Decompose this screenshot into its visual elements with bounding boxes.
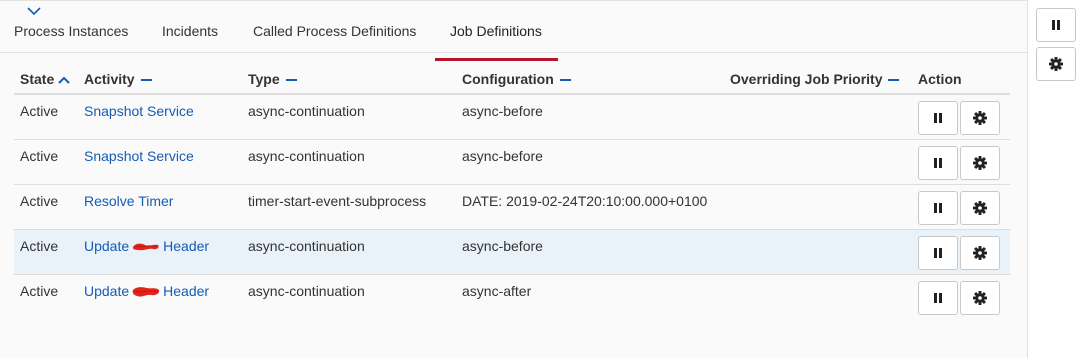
cell-priority xyxy=(724,228,912,274)
column-header-type[interactable]: Type xyxy=(242,65,456,95)
redaction-mark xyxy=(132,286,160,297)
table-row: Active Update Header async-continuation a… xyxy=(14,273,1010,319)
cell-type: async-continuation xyxy=(242,228,456,274)
column-header-label: Configuration xyxy=(462,71,554,87)
job-definitions-table: State Activity Type Configuration Overri… xyxy=(14,65,1010,319)
gear-icon xyxy=(1049,57,1063,71)
cell-state: Active xyxy=(14,138,78,184)
suspend-button[interactable] xyxy=(918,190,958,225)
pause-icon xyxy=(934,157,942,168)
gear-icon xyxy=(973,200,987,215)
cell-actions xyxy=(912,183,1010,229)
activity-link-suffix[interactable]: Header xyxy=(163,283,209,299)
activity-link[interactable]: Snapshot Service xyxy=(84,148,194,164)
table-row: Active Resolve Timer timer-start-event-s… xyxy=(14,183,1010,229)
suspend-button[interactable] xyxy=(918,145,958,180)
pause-icon xyxy=(934,247,942,258)
suspend-button[interactable] xyxy=(918,101,958,135)
cell-actions xyxy=(912,138,1010,184)
settings-button[interactable] xyxy=(960,280,1000,315)
column-header-priority[interactable]: Overriding Job Priority xyxy=(724,65,912,95)
settings-button[interactable] xyxy=(960,101,1000,135)
column-header-state[interactable]: State xyxy=(14,65,78,95)
table-header-row: State Activity Type Configuration Overri… xyxy=(14,65,1010,95)
activity-link-prefix[interactable]: Update xyxy=(84,238,129,254)
minus-icon[interactable] xyxy=(285,79,297,82)
settings-button[interactable] xyxy=(960,235,1000,270)
table-row: Active Snapshot Service async-continuati… xyxy=(14,138,1010,184)
caret-up-icon[interactable] xyxy=(58,76,70,85)
cell-configuration: async-before xyxy=(456,228,724,274)
minus-icon[interactable] xyxy=(559,79,571,82)
cell-actions xyxy=(912,93,1010,139)
column-header-label: Type xyxy=(248,71,280,87)
gear-icon xyxy=(973,245,987,260)
minus-icon[interactable] xyxy=(888,79,900,82)
activity-link[interactable]: Resolve Timer xyxy=(84,193,173,209)
gear-icon xyxy=(973,111,987,125)
cell-configuration: async-before xyxy=(456,138,724,184)
tab-incidents[interactable]: Incidents xyxy=(162,23,218,51)
tab-bar: Process Instances Incidents Called Proce… xyxy=(0,15,1028,61)
cell-configuration: DATE: 2019-02-24T20:10:00.000+0100 xyxy=(456,183,724,229)
gear-icon xyxy=(973,290,987,305)
activity-link[interactable]: Update Header xyxy=(78,228,242,274)
cell-configuration: async-before xyxy=(456,93,724,139)
suspend-button[interactable] xyxy=(918,280,958,315)
tab-called-process-definitions[interactable]: Called Process Definitions xyxy=(253,23,416,51)
cell-state: Active xyxy=(14,183,78,229)
cell-priority xyxy=(724,183,912,229)
column-header-label: State xyxy=(20,71,55,87)
pause-icon xyxy=(1052,20,1060,30)
cell-state: Active xyxy=(14,93,78,139)
settings-button[interactable] xyxy=(960,145,1000,180)
gear-icon xyxy=(973,155,987,170)
column-header-configuration[interactable]: Configuration xyxy=(456,65,724,95)
pause-icon xyxy=(934,202,942,213)
suspend-definition-button[interactable] xyxy=(1036,8,1076,42)
pause-icon xyxy=(934,292,942,303)
cell-state: Active xyxy=(14,273,78,319)
main-panel: Process Instances Incidents Called Proce… xyxy=(0,0,1028,358)
settings-button[interactable] xyxy=(960,190,1000,225)
column-header-label: Activity xyxy=(84,71,135,87)
tab-process-instances[interactable]: Process Instances xyxy=(14,23,128,51)
cell-type: async-continuation xyxy=(242,93,456,139)
cell-state: Active xyxy=(14,228,78,274)
activity-link[interactable]: Update Header xyxy=(78,273,242,319)
cell-priority xyxy=(724,273,912,319)
suspend-button[interactable] xyxy=(918,235,958,270)
column-header-action: Action xyxy=(912,65,1010,95)
redaction-mark xyxy=(132,243,159,251)
cell-type: async-continuation xyxy=(242,138,456,184)
cell-priority xyxy=(724,93,912,139)
cell-priority xyxy=(724,138,912,184)
right-action-rail xyxy=(1029,0,1084,358)
column-header-label: Action xyxy=(918,71,962,87)
column-header-activity[interactable]: Activity xyxy=(78,65,242,95)
cell-type: timer-start-event-subprocess xyxy=(242,183,456,229)
cell-configuration: async-after xyxy=(456,273,724,319)
table-row: Active Snapshot Service async-continuati… xyxy=(14,93,1010,139)
column-header-label: Overriding Job Priority xyxy=(730,71,883,87)
cell-actions xyxy=(912,228,1010,274)
table-row: Active Update Header async-continuation a… xyxy=(14,228,1010,274)
cell-actions xyxy=(912,273,1010,319)
tab-job-definitions[interactable]: Job Definitions xyxy=(450,23,542,51)
pause-icon xyxy=(934,113,942,123)
activity-link-prefix[interactable]: Update xyxy=(84,283,129,299)
cell-type: async-continuation xyxy=(242,273,456,319)
active-tab-indicator xyxy=(435,58,558,61)
definition-settings-button[interactable] xyxy=(1036,47,1076,81)
activity-link[interactable]: Snapshot Service xyxy=(84,103,194,119)
minus-icon[interactable] xyxy=(140,79,152,82)
activity-link-suffix[interactable]: Header xyxy=(163,238,209,254)
